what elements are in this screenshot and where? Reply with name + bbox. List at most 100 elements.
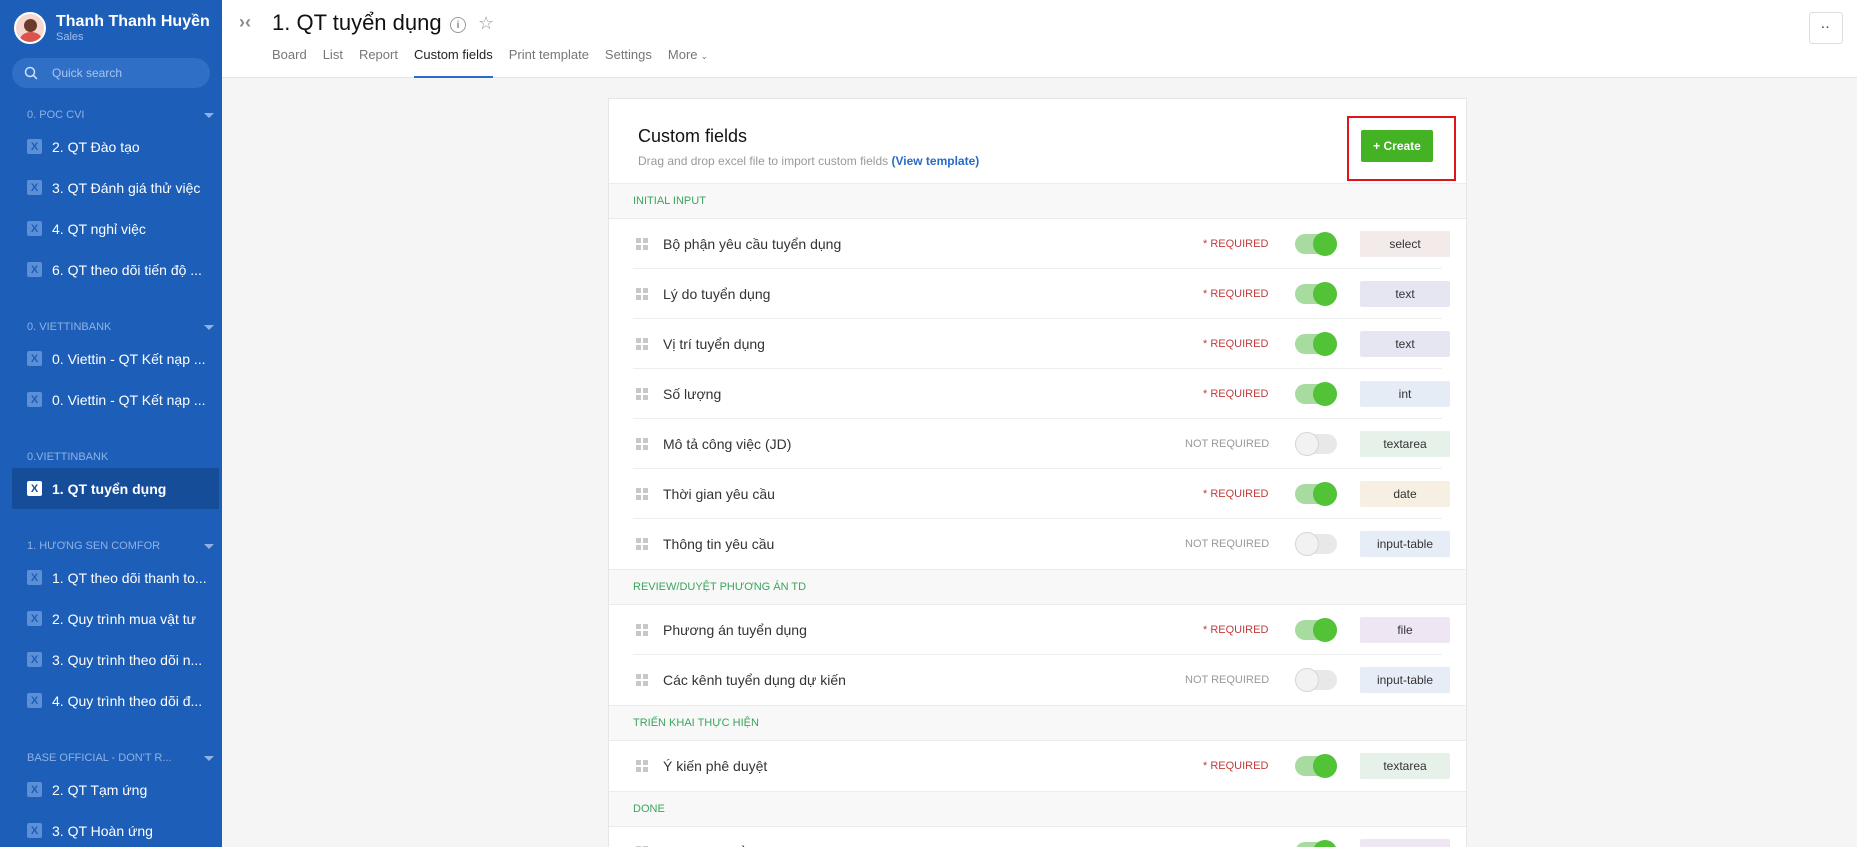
tab-more[interactable]: More ⌄ [668,48,708,78]
field-row[interactable]: Lý do tuyển dụng * REQUIRED text [633,269,1450,319]
star-icon[interactable]: ☆ [478,13,494,34]
drag-handle-icon[interactable] [636,623,648,636]
app-logo-icon[interactable]: ›‹ [239,12,251,33]
field-row[interactable]: Vị trí tuyển dụng * REQUIRED text [633,319,1450,369]
requirement-label: * REQUIRED [1203,337,1269,350]
tab-list[interactable]: List [323,48,343,78]
sidebar-item[interactable]: X 2. QT Tạm ứng [0,769,222,810]
sidebar-group-header[interactable]: 0. POC CVI [0,104,222,126]
field-name[interactable]: Các kênh tuyển dụng dự kiến [663,672,846,688]
requirement-label: * REQUIRED [1203,623,1269,636]
quick-search[interactable] [12,58,210,88]
sidebar-item[interactable]: X 4. QT nghỉ việc [0,208,222,249]
tab-settings[interactable]: Settings [605,48,652,78]
drag-handle-icon[interactable] [636,538,648,550]
user-info: Thanh Thanh Huyền Sales [56,13,210,44]
sidebar-item[interactable]: X 4. Quy trình theo dõi đ... [0,680,222,721]
sidebar-item[interactable]: X 0. Viettin - QT Kết nạp ... [0,338,222,379]
section-header: TRIỂN KHAI THỰC HIỆN [609,705,1466,741]
required-toggle[interactable] [1295,668,1337,692]
field-row[interactable]: Các kênh tuyển dụng dự kiến NOT REQUIRED i… [633,655,1450,705]
search-input[interactable] [52,66,192,80]
toggle-knob [1313,231,1337,256]
field-name[interactable]: Thời gian yêu cầu [663,486,775,502]
field-type-badge: int [1360,380,1450,407]
sidebar-item[interactable]: X 0. Viettin - QT Kết nạp ... [0,379,222,420]
field-name[interactable]: Ý kiến phê duyệt [663,758,767,774]
toggle-knob [1313,481,1337,506]
field-row[interactable]: Mô tả công việc (JD) NOT REQUIRED textarea [633,419,1450,469]
field-row[interactable]: Số lượng * REQUIRED int [633,369,1450,419]
required-toggle[interactable] [1295,532,1337,556]
sidebar-item[interactable]: X 6. QT theo dõi tiến độ ... [0,249,222,290]
field-name[interactable]: Phương án tuyển dụng [663,622,807,638]
header: ›‹ 1. QT tuyển dụng i ☆ Board List Repor… [222,0,1857,78]
view-template-link[interactable]: (View template) [891,154,979,168]
tab-print-template[interactable]: Print template [509,48,589,78]
requirement-label: * REQUIRED [1203,760,1269,772]
required-toggle[interactable] [1295,754,1337,778]
caret-down-icon [204,543,214,549]
field-type-badge: textarea [1360,753,1450,779]
user-profile[interactable]: Thanh Thanh Huyền Sales [0,0,222,56]
field-row[interactable]: Thông tin yêu cầu NOT REQUIRED input-table [633,519,1450,569]
sidebar-item-active[interactable]: X 1. QT tuyển dụng [12,468,219,509]
more-options-button[interactable]: ·· [1809,12,1843,44]
drag-handle-icon[interactable] [636,674,648,686]
field-name[interactable]: Bộ phận yêu cầu tuyển dụng [663,236,841,252]
field-row[interactable]: Báo cáo tuyển dụng* REQUIREDfile [633,827,1450,847]
sidebar-group-header[interactable]: BASE OFFICIAL - DON'T R... [0,747,222,769]
required-toggle[interactable] [1295,617,1337,642]
drag-handle-icon[interactable] [636,760,648,772]
required-toggle[interactable] [1295,231,1337,256]
panel-subtitle: Drag and drop excel file to import custo… [638,154,980,168]
required-toggle[interactable] [1295,431,1337,456]
user-name: Thanh Thanh Huyền [56,12,210,30]
drag-handle-icon[interactable] [636,287,648,300]
section-header: REVIEW/DUYỆT PHƯƠNG ÁN TD [609,569,1466,605]
toggle-knob [1313,617,1337,642]
field-name[interactable]: Vị trí tuyển dụng [663,336,765,352]
tab-board[interactable]: Board [272,48,307,78]
field-name[interactable]: Số lượng [663,386,721,402]
required-toggle[interactable] [1295,281,1337,306]
sidebar-item[interactable]: X 3. Quy trình theo dõi n... [0,639,222,680]
panel-title: Custom fields [638,126,748,146]
create-button[interactable]: + Create [1361,130,1433,162]
drag-handle-icon[interactable] [636,487,648,500]
sidebar-item[interactable]: X 3. QT Hoàn ứng [0,810,222,847]
field-name[interactable]: Thông tin yêu cầu [663,536,774,552]
field-name[interactable]: Mô tả công việc (JD) [663,436,791,452]
drag-handle-icon[interactable] [636,387,648,400]
field-row[interactable]: Bộ phận yêu cầu tuyển dụng * REQUIRED sele… [633,219,1450,269]
drag-handle-icon[interactable] [636,237,648,250]
sidebar-item[interactable]: X 2. Quy trình mua vật tư [0,598,222,639]
sidebar-item[interactable]: X 3. QT Đánh giá thử việc [0,167,222,208]
workflow-icon: X [27,221,42,236]
required-toggle[interactable] [1295,481,1337,506]
requirement-label: NOT REQUIRED [1185,437,1270,450]
sidebar-group-header[interactable]: 0.VIETTINBANK [0,446,222,468]
tab-custom-fields[interactable]: Custom fields [413,48,493,78]
field-row[interactable]: Phương án tuyển dụng * REQUIRED file [633,605,1450,655]
create-highlight-box: + Create [1347,116,1456,181]
sidebar-item[interactable]: X 1. QT theo dõi thanh to... [0,557,222,598]
sidebar-item[interactable]: X 2. QT Đào tạo [0,126,222,167]
drag-handle-icon[interactable] [636,337,648,350]
field-row[interactable]: Thời gian yêu cầu * REQUIRED date [633,469,1450,519]
sidebar-group-header[interactable]: 1. HƯƠNG SEN COMFOR [0,535,222,557]
required-toggle[interactable] [1295,331,1337,356]
drag-handle-icon[interactable] [636,437,648,450]
required-toggle[interactable] [1295,381,1337,406]
avatar[interactable] [14,12,46,44]
tab-report[interactable]: Report [359,48,398,78]
field-row[interactable]: Ý kiến phê duyệt * REQUIRED textarea [633,741,1450,791]
field-type-badge: select [1360,230,1450,257]
sidebar-group-header[interactable]: 0. VIETTINBANK [0,316,222,338]
field-name[interactable]: Lý do tuyển dụng [663,286,770,302]
info-icon[interactable]: i [450,17,466,33]
required-toggle[interactable] [1295,840,1337,847]
field-type-badge: textarea [1360,430,1450,457]
toggle-knob [1313,331,1337,356]
workflow-icon: X [27,693,42,708]
